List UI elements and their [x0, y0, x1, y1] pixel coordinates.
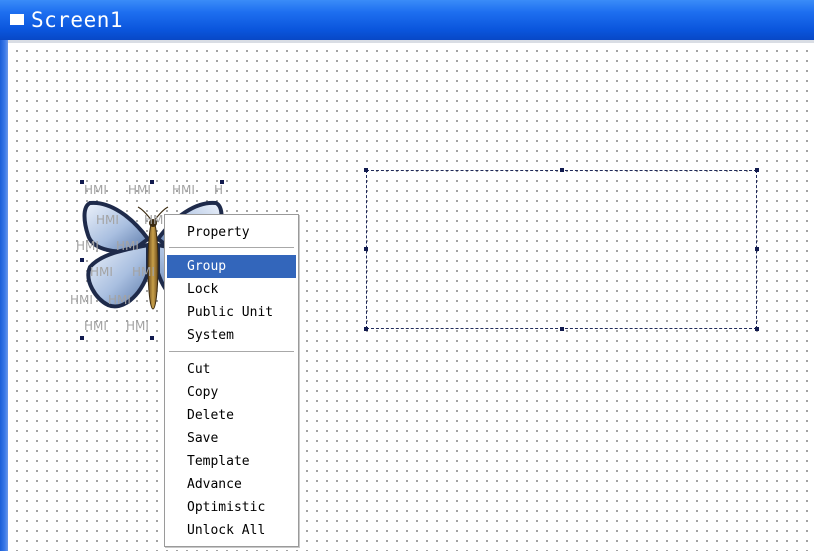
window-frame-left [0, 40, 8, 551]
resize-handle[interactable] [364, 327, 368, 331]
hmi-watermark: HMI [126, 319, 149, 333]
menu-item-unlock-all[interactable]: Unlock All [167, 519, 296, 542]
menu-item-label: Public Unit [187, 305, 274, 320]
menu-item-label: Group [187, 259, 227, 274]
menu-separator [169, 247, 294, 249]
resize-handle[interactable] [755, 247, 759, 251]
menu-item-label: Unlock All [187, 523, 266, 538]
menu-item-label: Template [187, 454, 250, 469]
menu-item-label: Save [187, 431, 219, 446]
hmi-watermark: HMI [84, 319, 107, 333]
menu-item-advance[interactable]: Advance [167, 473, 296, 496]
resize-handle[interactable] [150, 336, 154, 340]
menu-item-group[interactable]: Group [167, 255, 296, 278]
resize-handle[interactable] [364, 247, 368, 251]
menu-item-lock[interactable]: Lock [167, 278, 296, 301]
menu-item-system[interactable]: System [167, 324, 296, 347]
resize-handle[interactable] [364, 168, 368, 172]
menu-item-label: Advance [187, 477, 242, 492]
menu-item-label: Property [187, 225, 250, 240]
menu-item-template[interactable]: Template [167, 450, 296, 473]
menu-item-cut[interactable]: Cut [167, 358, 296, 381]
hmi-watermark: HMI [128, 183, 151, 197]
menu-item-label: Copy [187, 385, 219, 400]
window-title: Screen1 [31, 8, 124, 32]
menu-item-public-unit[interactable]: Public Unit [167, 301, 296, 324]
hmi-watermark: HMI [96, 213, 119, 227]
menu-item-copy[interactable]: Copy [167, 381, 296, 404]
menu-item-save[interactable]: Save [167, 427, 296, 450]
resize-handle[interactable] [80, 258, 84, 262]
menu-item-property[interactable]: Property [167, 221, 296, 244]
menu-item-delete[interactable]: Delete [167, 404, 296, 427]
resize-handle[interactable] [755, 168, 759, 172]
hmi-watermark: HMI [70, 293, 93, 307]
menu-item-label: System [187, 328, 234, 343]
resize-handle[interactable] [150, 180, 154, 184]
selection-rectangle[interactable] [366, 170, 757, 329]
title-bar[interactable]: Screen1 [0, 0, 814, 40]
resize-handle[interactable] [560, 168, 564, 172]
menu-item-label: Cut [187, 362, 211, 377]
screen-window: Screen1 HMI HMI HMI H HMI HMI HMI HMI HM… [0, 0, 814, 551]
menu-item-label: Lock [187, 282, 219, 297]
hmi-watermark: H [214, 183, 224, 197]
hmi-watermark: HMI [76, 239, 99, 253]
resize-handle[interactable] [220, 180, 224, 184]
hmi-watermark: HMI [90, 265, 113, 279]
window-icon [10, 14, 24, 25]
context-menu: Property Group Lock Public Unit System C… [164, 214, 299, 547]
menu-item-label: Delete [187, 408, 234, 423]
resize-handle[interactable] [80, 180, 84, 184]
menu-separator [169, 351, 294, 353]
hmi-watermark: HMI [172, 183, 195, 197]
menu-item-optimistic[interactable]: Optimistic [167, 496, 296, 519]
hmi-watermark: HMI [132, 265, 155, 279]
resize-handle[interactable] [80, 336, 84, 340]
hmi-watermark: HMI [108, 293, 131, 307]
hmi-watermark: HMI [84, 183, 107, 197]
resize-handle[interactable] [560, 327, 564, 331]
hmi-watermark: HMI [116, 239, 139, 253]
menu-item-label: Optimistic [187, 500, 266, 515]
resize-handle[interactable] [755, 327, 759, 331]
